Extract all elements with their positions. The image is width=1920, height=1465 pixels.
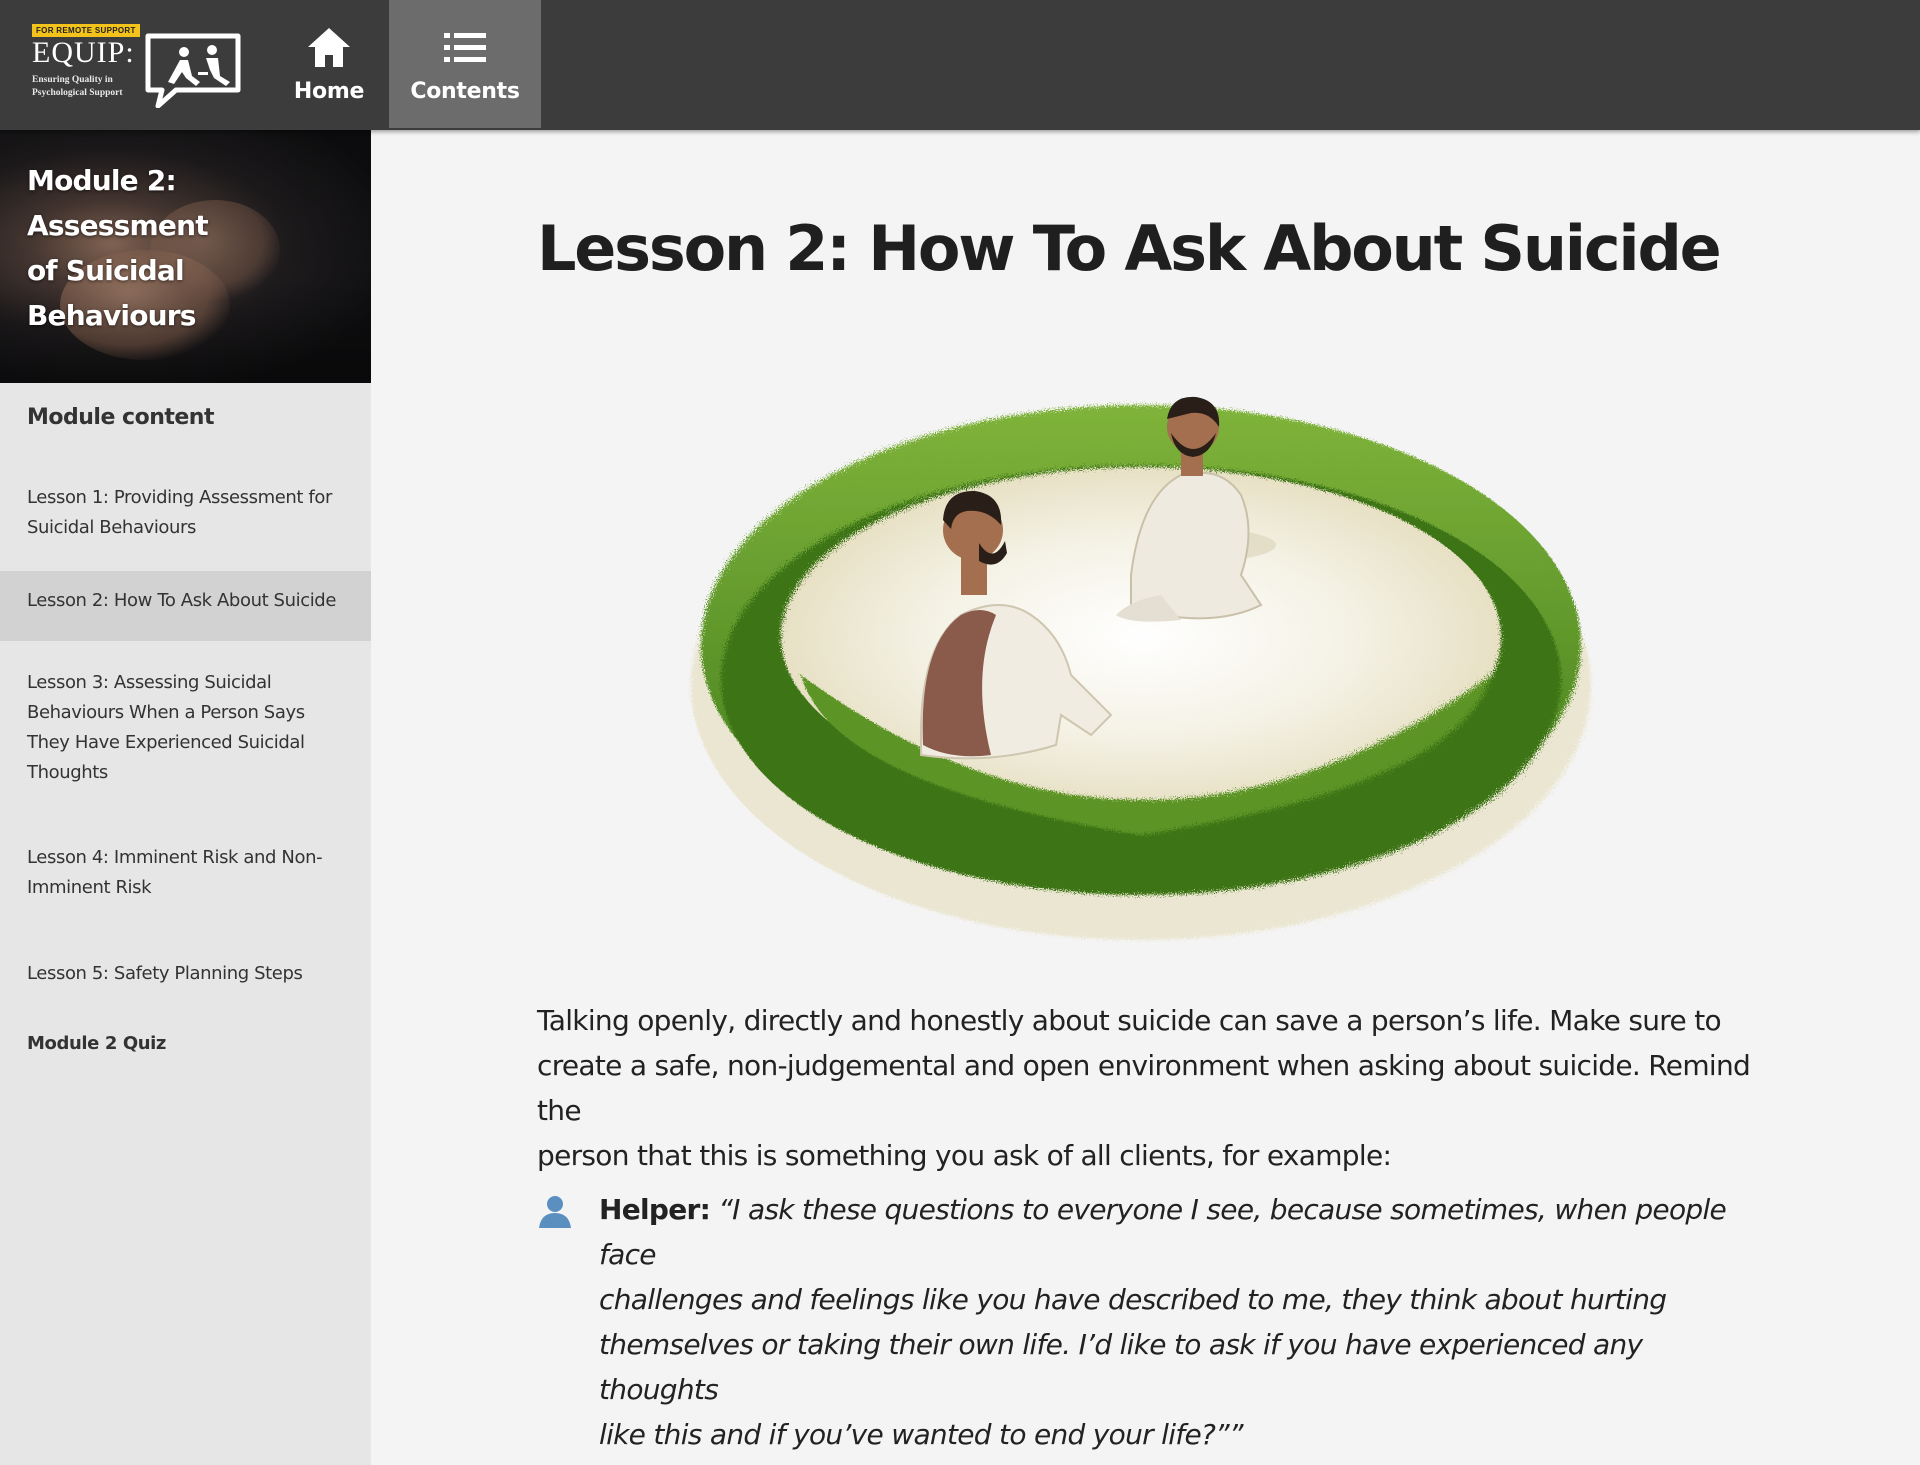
lesson-link-1[interactable]: Lesson 1: Providing Assessment for Suici… [0, 455, 371, 571]
contents-nav-label: Contents [410, 78, 520, 104]
list-icon [444, 32, 486, 62]
lesson-link-4[interactable]: Lesson 4: Imminent Risk and Non- Imminen… [0, 816, 371, 931]
lesson-content: Lesson 2: How To Ask About Suicide Talki… [371, 130, 1920, 1465]
sidebar: Module 2: Assessment of Suicidal Behavio… [0, 130, 371, 1465]
contents-nav-button[interactable]: Contents [389, 0, 541, 128]
intro-paragraph: Talking openly, directly and honestly ab… [537, 1004, 1751, 1172]
quote-text: Helper: “I ask these questions to everyo… [599, 1193, 1727, 1451]
lesson-illustration [691, 396, 1591, 940]
home-nav-label: Home [293, 78, 365, 104]
module-quiz-link[interactable]: Module 2 Quiz [0, 1017, 371, 1071]
speech-bubble-icon [145, 33, 241, 108]
lesson-link-3[interactable]: Lesson 3: Assessing Suicidal Behaviours … [0, 641, 371, 816]
lesson-list: Lesson 1: Providing Assessment for Suici… [0, 455, 371, 1071]
user-icon [539, 1196, 571, 1228]
lesson-link-2[interactable]: Lesson 2: How To Ask About Suicide [0, 571, 371, 641]
module-title: Module 2: Assessment of Suicidal Behavio… [27, 164, 209, 332]
home-icon [308, 27, 350, 67]
logo-subtitle: Ensuring Quality in Psychological Suppor… [32, 75, 123, 98]
equip-logo[interactable]: FOR REMOTE SUPPORT EQUIP: Ensuring Quali… [32, 24, 242, 108]
page-title: Lesson 2: How To Ask About Suicide [537, 212, 1722, 285]
home-nav-button[interactable]: Home [282, 0, 376, 128]
logo-wordmark: EQUIP: [32, 36, 135, 69]
module-content-heading: Module content [27, 405, 214, 430]
module-hero-image: Module 2: Assessment of Suicidal Behavio… [0, 130, 371, 383]
quote-speaker: Helper: [599, 1193, 711, 1226]
top-bar: FOR REMOTE SUPPORT EQUIP: Ensuring Quali… [0, 0, 1920, 130]
lesson-link-5[interactable]: Lesson 5: Safety Planning Steps [0, 931, 371, 1017]
